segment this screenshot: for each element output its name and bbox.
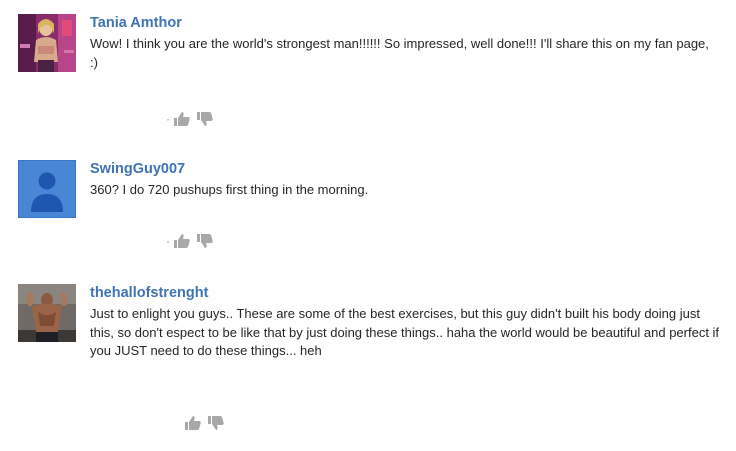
comment-author-link[interactable]: SwingGuy007	[90, 160, 720, 178]
comment-text: Wow! I think you are the world's stronge…	[90, 36, 709, 70]
separator-dot: ·	[166, 234, 170, 248]
comment-actions: ·	[166, 232, 219, 250]
thumbs-up-icon[interactable]	[173, 232, 191, 250]
user-photo-icon	[18, 284, 76, 342]
comment-text: Just to enlight you guys.. These are som…	[90, 306, 720, 358]
separator-dot: ·	[166, 112, 170, 126]
comment-author-link[interactable]: thehallofstrenght	[90, 284, 720, 302]
thumbs-down-icon[interactable]	[196, 110, 214, 128]
avatar[interactable]	[18, 284, 76, 342]
comment-actions: ·	[166, 110, 219, 128]
thumbs-up-icon[interactable]	[184, 414, 202, 432]
default-avatar-icon	[18, 160, 76, 218]
comment-text: 360? I do 720 pushups first thing in the…	[90, 182, 369, 197]
comment-content: SwingGuy007 360? I do 720 pushups first …	[90, 160, 720, 200]
comment-content: thehallofstrenght Just to enlight you gu…	[90, 284, 720, 361]
thumbs-down-icon[interactable]	[196, 232, 214, 250]
user-photo-icon	[18, 14, 76, 72]
comment-actions	[166, 414, 230, 432]
avatar[interactable]	[18, 160, 76, 218]
thumbs-up-icon[interactable]	[173, 110, 191, 128]
comment-author-link[interactable]: Tania Amthor	[90, 14, 720, 32]
comment-content: Tania Amthor Wow! I think you are the wo…	[90, 14, 720, 72]
thumbs-down-icon[interactable]	[207, 414, 225, 432]
avatar[interactable]	[18, 14, 76, 72]
